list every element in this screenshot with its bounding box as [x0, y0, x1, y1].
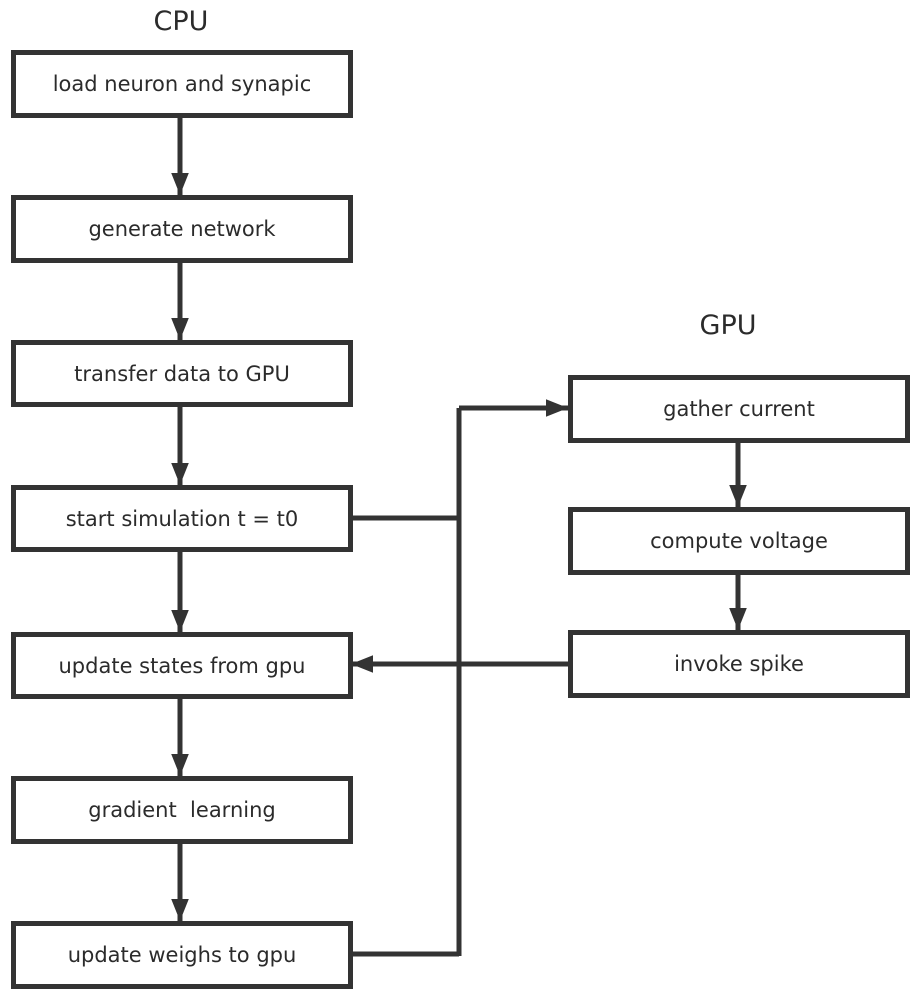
cpu-step-label: gradient learning [88, 798, 276, 822]
cpu-step-transfer: transfer data to GPU [11, 340, 353, 407]
cpu-step-update-states: update states from gpu [11, 632, 353, 699]
cpu-step-label: update states from gpu [58, 653, 306, 678]
cpu-step-start-simulation: start simulation t = t0 [11, 485, 353, 552]
cpu-step-label: generate network [88, 217, 276, 241]
gpu-step-label: compute voltage [650, 529, 828, 553]
cpu-step-update-weighs: update weighs to gpu [11, 921, 353, 989]
cpu-step-label: transfer data to GPU [74, 361, 290, 386]
cpu-step-label: update weighs to gpu [67, 943, 297, 967]
gpu-step-gather-current: gather current [568, 375, 910, 443]
cpu-step-label: start simulation t = t0 [65, 506, 299, 531]
gpu-step-label: gather current [663, 397, 815, 421]
gpu-step-compute-voltage: compute voltage [568, 507, 910, 575]
cpu-step-label: load neuron and synapic [52, 72, 312, 96]
cpu-step-load: load neuron and synapic [11, 50, 353, 118]
cpu-step-gradient-learning: gradient learning [11, 776, 353, 844]
gpu-step-label: invoke spike [674, 652, 804, 676]
gpu-step-invoke-spike: invoke spike [568, 630, 910, 698]
cpu-step-generate: generate network [11, 195, 353, 263]
